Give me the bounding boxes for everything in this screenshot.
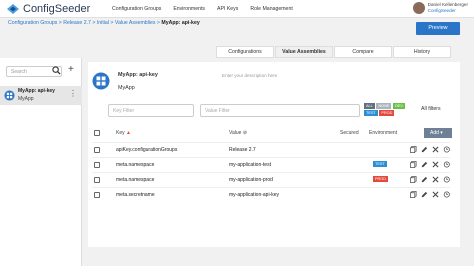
- assembly-name: MyApp: [118, 85, 135, 91]
- assembly-panel: MyApp: api-key Enter your description he…: [88, 62, 460, 247]
- row-key: meta.secretname: [116, 192, 155, 198]
- breadcrumb-current: MyApp: api-key: [161, 20, 200, 26]
- eye-off-icon[interactable]: ⊘: [243, 130, 247, 136]
- nav-configuration-groups[interactable]: Configuration Groups: [112, 6, 161, 12]
- main-nav: Configuration Groups Environments API Ke…: [112, 6, 293, 12]
- environment-filter: ALL NONE DEV TEST PROD: [364, 103, 410, 117]
- add-assembly-button[interactable]: +: [68, 64, 74, 75]
- tab-history[interactable]: History: [393, 46, 451, 58]
- key-filter-placeholder: Key Filter: [113, 108, 135, 114]
- row-checkbox[interactable]: [94, 192, 100, 198]
- breadcrumb-release[interactable]: Release 2.7: [63, 20, 91, 26]
- nav-role-management[interactable]: Role Management: [250, 6, 292, 12]
- delete-icon[interactable]: [432, 161, 439, 168]
- configseeder-logo-icon: [7, 4, 19, 14]
- tab-compare[interactable]: Compare: [334, 46, 392, 58]
- breadcrumb-initial[interactable]: Initial: [97, 20, 109, 26]
- table-row[interactable]: meta.namespace my-application-prod PROD: [92, 172, 450, 186]
- sidebar-item-api-key[interactable]: MyApp: api-key MyApp ⋮: [0, 86, 82, 105]
- chevron-down-icon: ▾: [440, 130, 443, 136]
- top-navbar: ConfigSeeder Configuration Groups Enviro…: [0, 0, 474, 18]
- all-filters-button[interactable]: All filters: [421, 106, 441, 112]
- history-icon[interactable]: [443, 146, 450, 153]
- value-filter-input[interactable]: Value Filter: [200, 104, 360, 117]
- table-header: Key ▲ Value ⊘ Secured Environment Add ▾: [92, 128, 452, 138]
- row-key: apiKey.configurationGroups: [116, 147, 178, 153]
- column-key[interactable]: Key ▲: [116, 130, 131, 136]
- row-key: meta.namespace: [116, 162, 155, 168]
- sort-asc-icon: ▲: [126, 130, 131, 136]
- assembly-title: MyApp: api-key: [118, 72, 158, 78]
- app-logo[interactable]: ConfigSeeder: [6, 3, 90, 15]
- sidebar-item-subtitle: MyApp: [18, 96, 34, 102]
- more-vert-icon[interactable]: ⋮: [69, 89, 77, 98]
- row-checkbox[interactable]: [94, 177, 100, 183]
- nav-environments[interactable]: Environments: [173, 6, 205, 12]
- table-row[interactable]: meta.secretname my-application-api-key: [92, 187, 450, 201]
- breadcrumb-value-assemblies[interactable]: Value Assemblies: [115, 20, 156, 26]
- column-environment: Environment: [369, 130, 398, 136]
- add-button-label: Add: [430, 130, 439, 136]
- table-row[interactable]: meta.namespace my-application-test TEST: [92, 157, 450, 171]
- row-value: my-application-prod: [229, 177, 273, 183]
- row-value: my-application-api-key: [229, 192, 280, 198]
- user-org: ConfigSeeder: [427, 8, 456, 13]
- edit-icon[interactable]: [421, 176, 428, 183]
- copy-icon[interactable]: [410, 191, 417, 198]
- column-value-label: Value: [229, 130, 242, 136]
- sidebar-item-title: MyApp: api-key: [18, 88, 55, 94]
- assembly-icon: [92, 72, 110, 90]
- tab-configurations[interactable]: Configurations: [216, 46, 274, 58]
- column-secured: Secured: [340, 130, 359, 136]
- row-checkbox[interactable]: [94, 147, 100, 153]
- search-icon[interactable]: [52, 66, 61, 75]
- breadcrumb: Configuration Groups > Release 2.7 > Ini…: [8, 20, 200, 26]
- avatar[interactable]: [412, 2, 425, 14]
- delete-icon[interactable]: [432, 146, 439, 153]
- delete-icon[interactable]: [432, 191, 439, 198]
- history-icon[interactable]: [443, 176, 450, 183]
- copy-icon[interactable]: [410, 161, 417, 168]
- edit-icon[interactable]: [421, 161, 428, 168]
- row-checkbox[interactable]: [94, 162, 100, 168]
- row-value: Release 2.7: [229, 147, 256, 153]
- search-placeholder: Search: [11, 69, 27, 75]
- nav-api-keys[interactable]: API Keys: [217, 6, 238, 12]
- preview-button[interactable]: Preview: [416, 22, 460, 35]
- delete-icon[interactable]: [432, 176, 439, 183]
- env-filter-test[interactable]: TEST: [364, 110, 378, 116]
- key-filter-input[interactable]: Key Filter: [108, 104, 194, 117]
- env-filter-all[interactable]: ALL: [364, 103, 375, 109]
- history-icon[interactable]: [443, 191, 450, 198]
- description-field[interactable]: Enter your description here: [222, 73, 277, 78]
- value-filter-placeholder: Value Filter: [205, 108, 230, 114]
- add-button[interactable]: Add ▾: [424, 128, 452, 138]
- env-badge-prod: PROD: [373, 176, 388, 182]
- tab-value-assemblies[interactable]: Value Assemblies: [275, 46, 333, 58]
- env-filter-dev[interactable]: DEV: [393, 103, 405, 109]
- env-badge-test: TEST: [373, 161, 387, 167]
- edit-icon[interactable]: [421, 146, 428, 153]
- user-menu[interactable]: Daniel Kellenberger ConfigSeeder: [412, 2, 468, 14]
- sidebar: Search + MyApp: api-key MyApp ⋮: [0, 58, 82, 266]
- table-row[interactable]: apiKey.configurationGroups Release 2.7: [92, 142, 450, 156]
- env-filter-prod[interactable]: PROD: [379, 110, 395, 116]
- column-key-label: Key: [116, 130, 125, 136]
- copy-icon[interactable]: [410, 146, 417, 153]
- edit-icon[interactable]: [421, 191, 428, 198]
- select-all-checkbox[interactable]: [94, 130, 100, 136]
- env-filter-none[interactable]: NONE: [376, 103, 392, 109]
- column-value: Value ⊘: [229, 130, 247, 136]
- row-value: my-application-test: [229, 162, 271, 168]
- copy-icon[interactable]: [410, 176, 417, 183]
- history-icon[interactable]: [443, 161, 450, 168]
- row-key: meta.namespace: [116, 177, 155, 183]
- app-name: ConfigSeeder: [23, 3, 91, 15]
- assembly-icon: [4, 90, 15, 101]
- breadcrumb-configuration-groups[interactable]: Configuration Groups: [8, 20, 57, 26]
- tab-bar: Configurations Value Assemblies Compare …: [216, 46, 452, 58]
